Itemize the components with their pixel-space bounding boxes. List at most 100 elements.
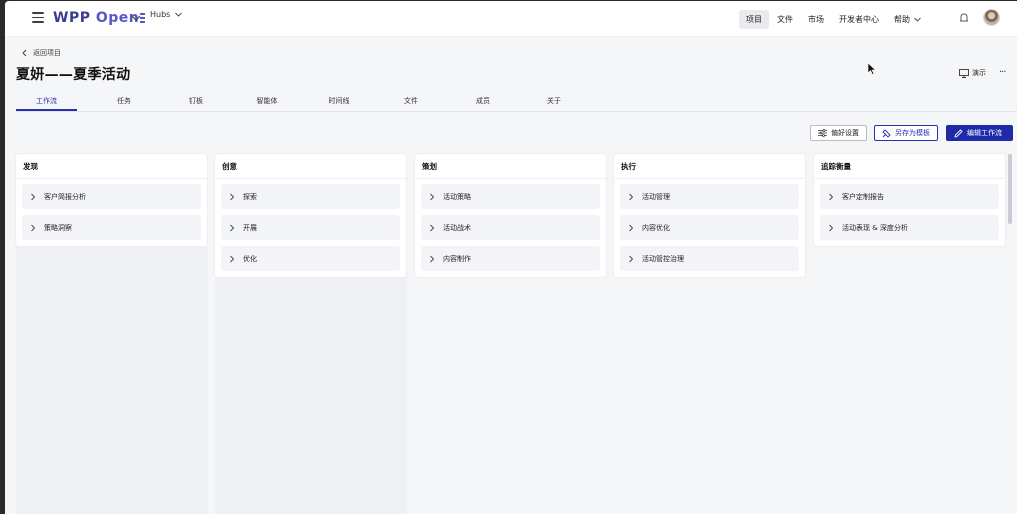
nav-label: 市场 [808, 14, 824, 24]
workflow-item[interactable]: 策略洞察 [22, 215, 201, 240]
workflow-item-label: 活动管理 [642, 192, 670, 201]
workflow-column-execute: 执行 活动管理 内容优化 活动管控治理 [614, 154, 805, 277]
top-navigation: 项目 文件 市场 开发者中心 帮助 [738, 9, 929, 29]
column-title: 发现 [16, 154, 207, 179]
back-to-projects-link[interactable]: 返回项目 [21, 48, 61, 58]
chevron-down-icon [175, 12, 183, 17]
workflow-column-discover: 发现 客户简报分析 策略洞察 [16, 154, 207, 246]
workflow-column-plan: 策划 活动策略 活动战术 内容制作 [415, 154, 606, 277]
workflow-item-label: 活动表现 & 深度分析 [842, 223, 908, 232]
notification-bell-icon[interactable] [957, 11, 971, 25]
nav-developer-center[interactable]: 开发者中心 [832, 10, 886, 29]
nav-label: 帮助 [894, 14, 910, 24]
workflow-item[interactable]: 活动策略 [421, 184, 600, 209]
save-as-template-button[interactable]: 另存为模板 [874, 125, 938, 141]
workflow-item-label: 探索 [243, 192, 257, 201]
active-tab-indicator [16, 109, 77, 111]
workflow-item[interactable]: 客户简报分析 [22, 184, 201, 209]
chevron-down-icon [914, 17, 921, 22]
top-bar: WPP Open Hubs 项目 文件 市场 开发者中心 帮助 [5, 1, 1017, 37]
workflow-item[interactable]: 活动表现 & 深度分析 [820, 215, 999, 240]
workflow-item-label: 活动战术 [443, 223, 471, 232]
hubs-dropdown[interactable]: Hubs [150, 10, 183, 19]
nav-marketplace[interactable]: 市场 [801, 10, 831, 29]
workflow-column-ideate: 创意 探索 开展 优化 [215, 154, 406, 277]
column-title: 策划 [415, 154, 606, 179]
workflow-column-measure: 追踪衡量 客户定制报告 活动表现 & 深度分析 [814, 154, 1005, 246]
menu-icon[interactable] [32, 12, 44, 24]
tab-pinboard[interactable]: 钉板 [166, 96, 226, 106]
workflow-item-label: 活动策略 [443, 192, 471, 201]
tab-files[interactable]: 文件 [381, 96, 441, 106]
save-as-template-label: 另存为模板 [895, 129, 930, 137]
chevron-right-icon [829, 193, 834, 200]
hubs-label: Hubs [150, 10, 171, 19]
mouse-pointer-icon [868, 63, 876, 75]
workflow-item-label: 客户定制报告 [842, 192, 884, 201]
nav-projects[interactable]: 项目 [739, 9, 769, 29]
tab-timeline[interactable]: 时间线 [309, 96, 369, 106]
present-button[interactable]: 演示 [959, 68, 986, 78]
preferences-button[interactable]: 偏好设置 [810, 125, 867, 141]
tab-agents[interactable]: 智能体 [237, 96, 297, 106]
column-title: 创意 [215, 154, 406, 179]
workflow-item[interactable]: 探索 [221, 184, 400, 209]
chevron-right-icon [31, 224, 36, 231]
tab-about[interactable]: 关于 [524, 96, 584, 106]
workflow-item[interactable]: 内容优化 [620, 215, 799, 240]
app-window: WPP Open Hubs 项目 文件 市场 开发者中心 帮助 返回项目 夏妍—… [5, 1, 1017, 514]
tab-members[interactable]: 成员 [453, 96, 513, 106]
edit-workflow-label: 编辑工作流 [967, 129, 1002, 137]
workflow-item[interactable]: 活动管控治理 [620, 246, 799, 271]
page-title: 夏妍——夏季活动 [16, 67, 131, 83]
workflow-item-label: 策略洞察 [44, 223, 72, 232]
nav-label: 文件 [777, 14, 793, 24]
workflow-item[interactable]: 开展 [221, 215, 400, 240]
pencil-icon [954, 128, 963, 138]
chevron-right-icon [430, 193, 435, 200]
chevron-right-icon [230, 193, 235, 200]
workflow-item[interactable]: 优化 [221, 246, 400, 271]
nav-label: 项目 [746, 14, 762, 24]
workflow-item[interactable]: 内容制作 [421, 246, 600, 271]
chevron-right-icon [31, 193, 36, 200]
workflow-item-label: 优化 [243, 254, 257, 263]
tab-workflow[interactable]: 工作流 [16, 96, 77, 106]
chevron-left-icon [22, 49, 27, 57]
horizontal-scroll-thumb[interactable] [1008, 154, 1012, 224]
logo-text: WPP [53, 10, 91, 26]
column-title: 追踪衡量 [814, 154, 1005, 179]
chevron-right-icon [629, 255, 634, 262]
workflow-item-label: 内容制作 [443, 254, 471, 263]
workflow-item-label: 客户简报分析 [44, 192, 86, 201]
more-options-icon[interactable]: ··· [999, 67, 1006, 78]
chevron-right-icon [430, 255, 435, 262]
template-icon [882, 128, 891, 138]
chevron-right-icon [629, 224, 634, 231]
chevron-right-icon [230, 255, 235, 262]
sliders-icon [818, 129, 827, 137]
back-label: 返回项目 [33, 49, 61, 57]
workflow-item[interactable]: 活动管理 [620, 184, 799, 209]
preferences-label: 偏好设置 [831, 129, 859, 137]
chevron-down-icon[interactable] [130, 12, 142, 24]
chevron-right-icon [230, 224, 235, 231]
workflow-item[interactable]: 客户定制报告 [820, 184, 999, 209]
present-label: 演示 [972, 69, 986, 77]
workflow-item[interactable]: 活动战术 [421, 215, 600, 240]
avatar[interactable] [983, 9, 1000, 26]
chevron-right-icon [829, 224, 834, 231]
workflow-item-label: 内容优化 [642, 223, 670, 232]
chevron-right-icon [629, 193, 634, 200]
workflow-item-label: 开展 [243, 223, 257, 232]
chevron-right-icon [430, 224, 435, 231]
edit-workflow-button[interactable]: 编辑工作流 [946, 125, 1013, 141]
workflow-item-label: 活动管控治理 [642, 254, 684, 263]
nav-label: 开发者中心 [839, 14, 879, 24]
column-title: 执行 [614, 154, 805, 179]
tab-tasks[interactable]: 任务 [94, 96, 154, 106]
nav-help[interactable]: 帮助 [887, 10, 929, 29]
nav-files[interactable]: 文件 [770, 10, 800, 29]
project-tabs: 工作流 任务 钉板 智能体 时间线 文件 成员 关于 [16, 91, 1017, 112]
presentation-icon [959, 68, 969, 78]
